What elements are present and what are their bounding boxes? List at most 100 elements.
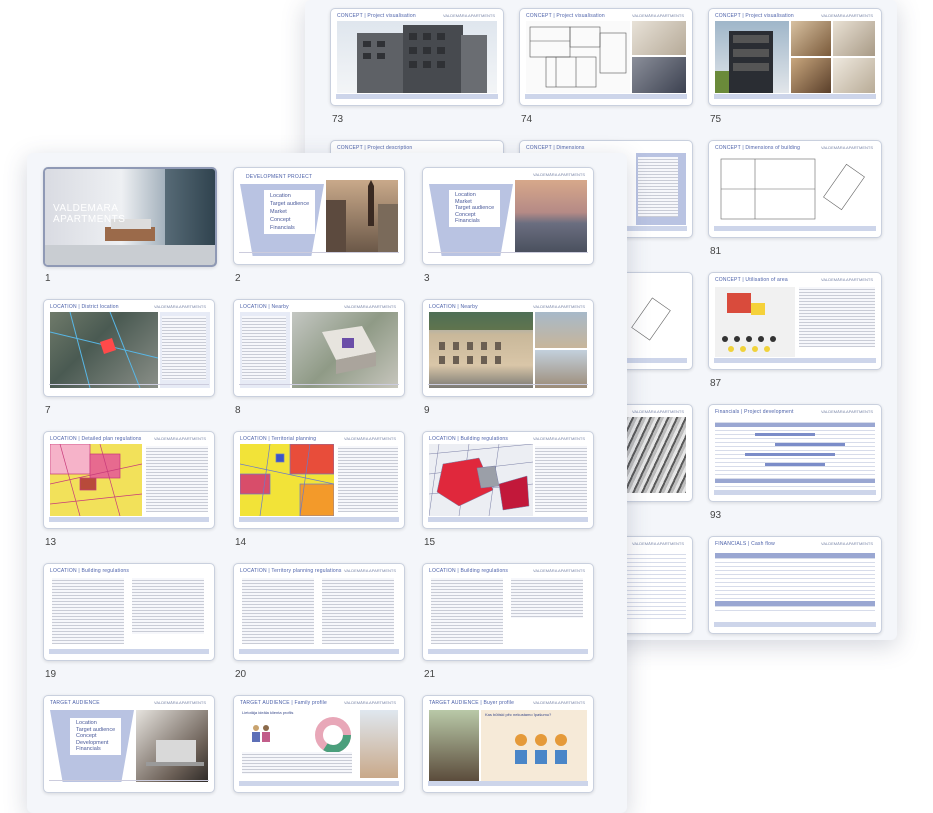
slide-thumbnail[interactable]: CONCEPT | Project visualisation VALDEMĀR…	[708, 8, 882, 106]
slide-thumbnail[interactable]: LOCATION | Building regulations VALDEMĀR…	[422, 431, 594, 529]
slide-thumbnail[interactable]: TARGET AUDIENCE VALDEMĀRA APARTMENTS Loc…	[43, 695, 215, 793]
slide-footer-bar	[714, 358, 876, 363]
slide-footer-bar	[239, 517, 399, 522]
slide-number: 20	[235, 669, 247, 680]
interior-photo	[833, 21, 875, 56]
slide-number: 3	[424, 273, 430, 284]
slide-footer-bar	[428, 517, 588, 522]
slide-title: Financials | Project development	[715, 409, 794, 415]
floor-plan-image	[526, 21, 630, 93]
slide-brand: VALDEMĀRA APARTMENTS	[343, 568, 396, 573]
slide-number: 15	[424, 537, 436, 548]
regulation-text-column	[511, 578, 583, 618]
slide-title: TARGET AUDIENCE | Family profile	[240, 700, 327, 706]
slide-thumbnail[interactable]: Financials | Project development VALDEMĀ…	[708, 404, 882, 502]
slide-footer-bar	[49, 384, 209, 390]
slide-number: 13	[45, 537, 57, 548]
slide-thumbnail[interactable]: LOCATION | Building regulations	[43, 563, 215, 661]
slide-thumbnail[interactable]: TARGET AUDIENCE | Buyer profile VALDEMĀR…	[422, 695, 594, 793]
slide-footer-bar	[714, 94, 876, 99]
menu-item[interactable]: Financials	[455, 218, 494, 225]
cash-flow-table	[715, 551, 875, 611]
menu-item[interactable]: Market	[270, 208, 309, 216]
menu-item[interactable]: Target audience	[270, 200, 309, 208]
slide-brand: VALDEMĀRA APARTMENTS	[343, 304, 396, 309]
slide-footer-bar	[525, 94, 687, 99]
city-street-photo	[326, 180, 398, 252]
financial-table	[715, 419, 875, 487]
slide-footer-bar	[428, 252, 588, 258]
family-icon	[248, 722, 278, 744]
slide-title: LOCATION | Nearby	[429, 304, 478, 310]
interior-photo	[632, 21, 686, 55]
menu-item[interactable]: Financials	[270, 224, 309, 232]
slide-number: 1	[45, 273, 51, 284]
slide-thumbnail[interactable]: LOCATION | District location VALDEMĀRA A…	[43, 299, 215, 397]
slide-thumbnail[interactable]: FINANCIALS | Cash flow VALDEMĀRA APARTME…	[708, 536, 882, 634]
slide-thumbnail[interactable]: CONCEPT | Dimensions of building VALDEMĀ…	[708, 140, 882, 238]
slide-title: CONCEPT | Project visualisation	[526, 13, 605, 19]
building-photo	[535, 350, 587, 388]
slide-title: LOCATION | Territory planning regulation…	[240, 568, 342, 574]
slide-footer-bar	[239, 781, 399, 786]
infographic-heading: Kas būtiski pēc nekustamo īpašumu?	[485, 712, 552, 717]
menu-item[interactable]: Location	[270, 192, 309, 200]
interior-photo	[833, 58, 875, 93]
slide-thumbnail[interactable]: CONCEPT | Project visualisation VALDEMĀR…	[330, 8, 504, 106]
slide-title: CONCEPT | Utilisation of area	[715, 277, 788, 283]
building-regulation-map	[429, 444, 533, 516]
interior-photo	[791, 21, 831, 56]
slide-brand: VALDEMĀRA APARTMENTS	[442, 13, 495, 18]
slide-thumbnail[interactable]: LOCATION | Nearby VALDEMĀRA APARTMENTS	[233, 299, 405, 397]
slide-thumbnail[interactable]: LOCATION | Territory planning regulation…	[233, 563, 405, 661]
menu-item[interactable]: Target audience	[455, 205, 494, 212]
aerial-3d-photo	[292, 312, 398, 388]
slide-title: LOCATION | Territorial planning	[240, 436, 317, 442]
slide-thumbnail[interactable]: DEVELOPMENT PROJECT Location Target audi…	[233, 167, 405, 265]
menu-item[interactable]: Concept	[270, 216, 309, 224]
slide-thumbnail[interactable]: LOCATION | Detailed plan regulations VAL…	[43, 431, 215, 529]
slide-thumbnail[interactable]: TARGET AUDIENCE | Family profile VALDEMĀ…	[233, 695, 405, 793]
regulation-text-column	[242, 578, 314, 644]
slide-footer-bar	[428, 384, 588, 390]
slide-footer-bar	[49, 780, 209, 786]
map-legend	[146, 446, 208, 512]
section-menu: Location Target audience Concept Develop…	[70, 718, 122, 755]
riga-skyline-photo	[515, 180, 587, 252]
slide-title: CONCEPT | Dimensions	[526, 145, 585, 151]
slide-title: LOCATION | Detailed plan regulations	[50, 436, 142, 442]
slide-brand: VALDEMĀRA APARTMENTS	[631, 409, 684, 414]
slide-title: CONCEPT | Dimensions of building	[715, 145, 801, 151]
slide-thumbnail[interactable]: VALDEMARA APARTMENTS	[43, 167, 217, 267]
slide-footer-bar	[49, 517, 209, 522]
slide-number: 21	[424, 669, 436, 680]
slide-thumbnail[interactable]: VALDEMĀRA APARTMENTS Location Market Tar…	[422, 167, 594, 265]
interior-photo	[791, 58, 831, 93]
couple-photo	[429, 710, 479, 782]
slide-number: 75	[710, 114, 722, 125]
slide-title: LOCATION | Building regulations	[50, 568, 130, 574]
slide-brand: VALDEMĀRA APARTMENTS	[153, 700, 206, 705]
utilisation-diagram	[715, 287, 795, 357]
interior-photo	[632, 57, 686, 93]
slide-title: CONCEPT | Project visualisation	[337, 13, 416, 19]
slide-title: LOCATION | Building regulations	[429, 568, 509, 574]
slide-footer-bar	[714, 226, 876, 231]
slide-number: 81	[710, 246, 722, 257]
slide-brand: VALDEMĀRA APARTMENTS	[820, 145, 873, 150]
slide-title: LOCATION | District location	[50, 304, 119, 310]
slide-title: LOCATION | Building regulations	[429, 436, 509, 442]
menu-item[interactable]: Financials	[76, 746, 115, 753]
slide-thumbnail[interactable]: LOCATION | Nearby VALDEMĀRA APARTMENTS	[422, 299, 594, 397]
slide-title: TARGET AUDIENCE | Buyer profile	[429, 700, 515, 706]
slide-thumbnail[interactable]: LOCATION | Building regulations VALDEMĀR…	[422, 563, 594, 661]
slide-thumbnail[interactable]: CONCEPT | Utilisation of area VALDEMĀRA …	[708, 272, 882, 370]
slide-thumbnail[interactable]: LOCATION | Territorial planning VALDEMĀR…	[233, 431, 405, 529]
description-text	[242, 316, 286, 380]
regulation-text-column	[322, 578, 394, 644]
slide-title: TARGET AUDIENCE	[50, 700, 100, 706]
slide-thumbnail[interactable]: CONCEPT | Project visualisation VALDEMĀR…	[519, 8, 693, 106]
area-table	[799, 287, 875, 347]
site-plan-drawing	[715, 153, 875, 225]
profile-heading: Lietotāja ideāla klienta profils	[242, 710, 294, 715]
